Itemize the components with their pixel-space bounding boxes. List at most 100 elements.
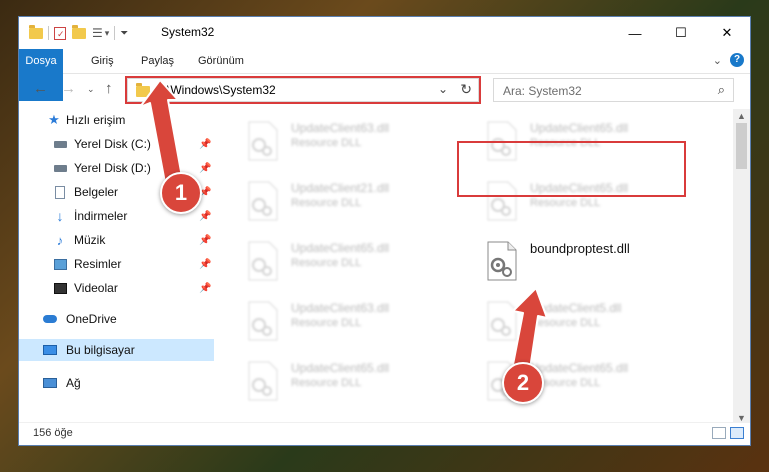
pin-icon[interactable]: 📌 [199,259,211,270]
star-icon: ★ [48,112,60,127]
address-row: ← → ⌄ ↑ C:\Windows\System32 ⌄ ↻ Ara: Sys… [19,74,750,104]
pin-icon[interactable]: 📌 [199,163,211,174]
tab-home[interactable]: Giriş [83,49,122,73]
network-icon [43,376,57,390]
recent-locations-icon[interactable]: ⌄ [87,84,95,95]
search-box[interactable]: Ara: System32 ⌕ [493,78,734,102]
pictures-icon [53,257,67,271]
separator [48,26,49,40]
videos-icon [53,281,67,295]
address-bar[interactable]: C:\Windows\System32 ⌄ ↻ [125,76,481,104]
separator [114,26,116,40]
file-name: UpdateClient65.dll [291,361,390,375]
explorer-window: ✓ ☰ ▾ ⏷ System32 — ☐ ✕ Dosya Giriş Payla… [18,16,751,446]
nav-label: Müzik [74,233,106,247]
file-highlight-box [457,141,686,197]
help-icon[interactable]: ? [730,53,744,67]
nav-quick-access[interactable]: ★ Hızlı erişim [19,109,214,131]
item-count: 156 öğe [33,427,73,439]
back-arrow-icon[interactable]: ← [33,80,48,97]
navigation-pane: ★ Hızlı erişim Yerel Disk (C:) 📌 Yerel D… [19,109,214,419]
tiles-view-icon[interactable] [730,427,744,439]
nav-item-pictures[interactable]: Resimler 📌 [19,253,214,275]
vertical-scrollbar[interactable]: ▲ ▼ [733,109,750,425]
tab-view[interactable]: Görünüm [190,49,252,73]
minimize-button[interactable]: — [612,17,658,49]
status-bar: 156 öğe [19,422,750,445]
nav-item-network[interactable]: Ağ [19,372,214,394]
dll-file-icon [248,121,278,161]
file-name: UpdateClient65.dll [530,361,629,375]
nav-item-disk-c[interactable]: Yerel Disk (C:) 📌 [19,133,214,155]
nav-label: İndirmeler [74,209,128,223]
file-name: UpdateClient63.dll [291,301,390,315]
file-item[interactable]: UpdateClient5.dll Resource DLL [476,297,706,349]
nav-label: Ağ [66,376,81,390]
file-desc: Resource DLL [291,197,362,209]
properties-icon[interactable]: ✓ [54,26,66,40]
file-item[interactable]: UpdateClient63.dll Resource DLL [237,117,467,169]
scroll-up-icon[interactable]: ▲ [737,111,746,121]
nav-item-onedrive[interactable]: OneDrive [19,308,214,330]
details-view-icon[interactable] [712,427,726,439]
customize-icon[interactable]: ☰ [92,26,103,40]
file-name: UpdateClient65.dll [291,241,390,255]
nav-label: OneDrive [66,312,117,326]
dll-file-icon [487,301,517,341]
tab-share[interactable]: Paylaş [133,49,182,73]
step-badge-2: 2 [502,362,544,404]
downloads-icon: ↓ [56,208,64,224]
file-name: UpdateClient63.dll [291,121,390,135]
file-desc: Resource DLL [291,317,362,329]
forward-arrow-icon[interactable]: → [61,80,76,97]
dll-file-icon [248,301,278,341]
nav-label: Hızlı erişim [66,113,126,127]
dll-file-icon [487,241,517,281]
pin-icon[interactable]: 📌 [199,139,211,150]
pin-icon[interactable]: 📌 [199,283,211,294]
search-placeholder[interactable]: Ara: System32 [503,84,582,98]
nav-item-videos[interactable]: Videolar 📌 [19,277,214,299]
nav-item-music[interactable]: ♪ Müzik 📌 [19,229,214,251]
file-desc: Resource DLL [530,197,601,209]
folder-icon [29,24,43,39]
expand-ribbon-icon[interactable]: ⌄ [713,54,722,67]
customize-qat-icon[interactable]: ⏷ [120,28,128,39]
step-badge-1: 1 [160,172,202,214]
title-bar: ✓ ☰ ▾ ⏷ System32 — ☐ ✕ [19,17,750,49]
file-name: UpdateClient5.dll [530,301,622,315]
nav-label: Belgeler [74,185,119,199]
file-item[interactable]: UpdateClient65.dll Resource DLL [237,357,467,409]
file-name: UpdateClient21.dll [291,181,390,195]
dll-file-icon [248,241,278,281]
scroll-thumb[interactable] [736,123,747,169]
file-desc: Resource DLL [291,137,362,149]
dll-file-icon [248,181,278,221]
ribbon: Dosya Giriş Paylaş Görünüm ⌄ ? [19,49,750,101]
close-button[interactable]: ✕ [704,17,750,49]
up-arrow-icon[interactable]: ↑ [105,80,113,97]
ribbon-controls: ⌄ ? [713,53,744,67]
file-item-boundproptest[interactable]: boundproptest.dll [476,237,706,289]
computer-icon [43,343,57,357]
nav-label: Resimler [74,257,122,271]
chevron-down-icon[interactable]: ▾ [105,28,110,39]
file-item[interactable]: UpdateClient21.dll Resource DLL [237,177,467,229]
pin-icon[interactable]: 📌 [199,235,211,246]
music-icon: ♪ [56,232,64,248]
nav-item-this-pc[interactable]: Bu bilgisayar [19,339,214,361]
pin-icon[interactable]: 📌 [199,211,211,222]
new-folder-icon[interactable] [72,24,86,39]
search-icon[interactable]: ⌕ [718,82,725,98]
maximize-button[interactable]: ☐ [658,17,704,49]
dll-file-icon [248,361,278,401]
file-name: boundproptest.dll [530,241,630,256]
nav-label: Videolar [74,281,118,295]
nav-label: Yerel Disk (C:) [74,137,151,151]
file-item[interactable]: UpdateClient63.dll Resource DLL [237,297,467,349]
view-toggles [712,427,744,439]
documents-icon [53,185,67,199]
cloud-icon [43,312,57,326]
quick-access-toolbar: ✓ ☰ ▾ ⏷ [29,24,128,42]
file-item[interactable]: UpdateClient65.dll Resource DLL [237,237,467,289]
